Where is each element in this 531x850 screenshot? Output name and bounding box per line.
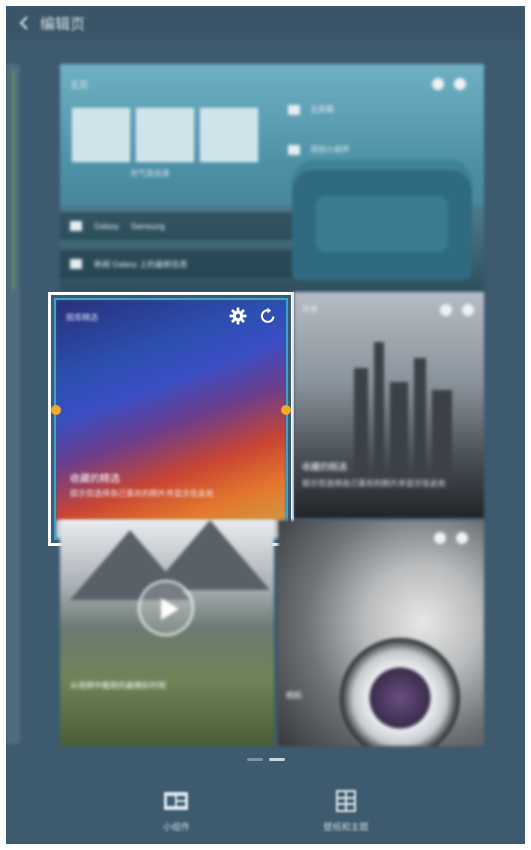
refresh-icon[interactable]	[258, 306, 278, 326]
city-label: 风景	[302, 305, 318, 314]
galaxy-title: Galaxy	[94, 221, 119, 231]
home-row-label: 主屏幕	[310, 105, 334, 114]
gallery-image: 图库精选 收藏的精选 提示您选择自己喜欢的照片并显示在此处	[56, 300, 286, 538]
resize-handle-left[interactable]	[51, 405, 61, 415]
thumbnail	[200, 108, 258, 162]
widget-actions	[228, 306, 278, 326]
thumbnail	[72, 108, 130, 162]
bottom-bar: 小组件 壁纸和主题	[6, 776, 525, 844]
news-icon	[70, 259, 82, 269]
camera-widget[interactable]: 相机	[278, 520, 484, 746]
thumbnail	[136, 108, 194, 162]
grid-icon	[335, 789, 356, 812]
city-caption-sub: 提示您选择自己喜欢的照片并显示在此处	[302, 479, 446, 488]
building	[354, 368, 368, 478]
resize-handle-right[interactable]	[281, 405, 291, 415]
edit-page-screen: 编辑页 主页 天气及信息 主屏幕 添加小组件 Galaxy Samsung 新闻…	[6, 6, 525, 844]
home-widget-header: 主页	[70, 80, 89, 90]
widgets-label: 小组件	[162, 821, 190, 832]
wallpaper-themes-button[interactable]: 壁纸和主题	[323, 788, 368, 833]
galaxy-subtitle: Samsung	[130, 221, 165, 231]
add-widget-icon	[288, 144, 300, 155]
building	[414, 358, 426, 478]
page-indicator	[6, 758, 525, 761]
news-label: 新闻 Galaxy 上的最新信息	[94, 259, 188, 269]
settings-icon[interactable]	[440, 304, 452, 316]
back-icon[interactable]	[16, 14, 34, 32]
home-page-preview: 主页 天气及信息 主屏幕 添加小组件 Galaxy Samsung 新闻 Gal…	[48, 64, 484, 746]
video-caption: 从视频中截取的最精彩时刻	[70, 681, 166, 690]
widgets-button[interactable]: 小组件	[162, 788, 190, 833]
city-caption-title: 收藏的精选	[302, 462, 348, 472]
top-bar: 编辑页	[6, 6, 525, 40]
play-icon[interactable]	[138, 580, 194, 636]
camera-lens-image	[340, 638, 460, 746]
galaxy-strip: Galaxy Samsung	[60, 212, 292, 240]
gallery-widget[interactable]: 图库精选 收藏的精选 提示您选择自己喜欢的照片并显示在此处	[54, 298, 288, 540]
gallery-caption-sub: 提示您选择自己喜欢的照片并显示在此处	[70, 489, 214, 498]
galaxy-icon	[70, 221, 82, 231]
camera-caption: 相机	[286, 691, 302, 700]
news-strip: 新闻 Galaxy 上的最新信息	[60, 250, 292, 278]
home-row: 主屏幕	[288, 104, 334, 115]
building	[374, 342, 384, 478]
building	[390, 382, 408, 478]
refresh-icon[interactable]	[462, 304, 474, 316]
home-widget[interactable]: 主页 天气及信息 主屏幕 添加小组件 Galaxy Samsung 新闻 Gal…	[60, 64, 484, 292]
widgets-icon	[164, 791, 189, 810]
home-row-icon	[288, 104, 300, 115]
home-widget-subtitle: 天气及信息	[130, 169, 170, 178]
wallpaper-themes-label: 壁纸和主题	[323, 821, 369, 832]
refresh-icon[interactable]	[456, 532, 468, 544]
city-widget[interactable]: 风景 收藏的精选 提示您选择自己喜欢的照片并显示在此处	[294, 292, 484, 518]
armchair-image	[292, 160, 472, 280]
gallery-caption-title: 收藏的精选	[70, 474, 120, 485]
settings-icon[interactable]	[432, 78, 444, 90]
page-dot-active[interactable]	[268, 758, 285, 761]
selected-widget-frame[interactable]: 图库精选 收藏的精选 提示您选择自己喜欢的照片并显示在此处	[48, 292, 294, 546]
gallery-label: 图库精选	[66, 313, 98, 322]
page-dot[interactable]	[246, 758, 263, 761]
building	[432, 390, 452, 478]
page-title: 编辑页	[40, 15, 86, 33]
settings-icon[interactable]	[434, 532, 446, 544]
refresh-icon[interactable]	[454, 78, 466, 90]
gear-icon[interactable]	[228, 306, 248, 326]
add-widget-row: 添加小组件	[288, 144, 350, 155]
add-widget-label: 添加小组件	[310, 145, 350, 154]
previous-page-preview[interactable]	[6, 64, 20, 744]
video-widget[interactable]: 从视频中截取的最精彩时刻	[60, 520, 274, 746]
thumbnail-row	[72, 108, 258, 162]
